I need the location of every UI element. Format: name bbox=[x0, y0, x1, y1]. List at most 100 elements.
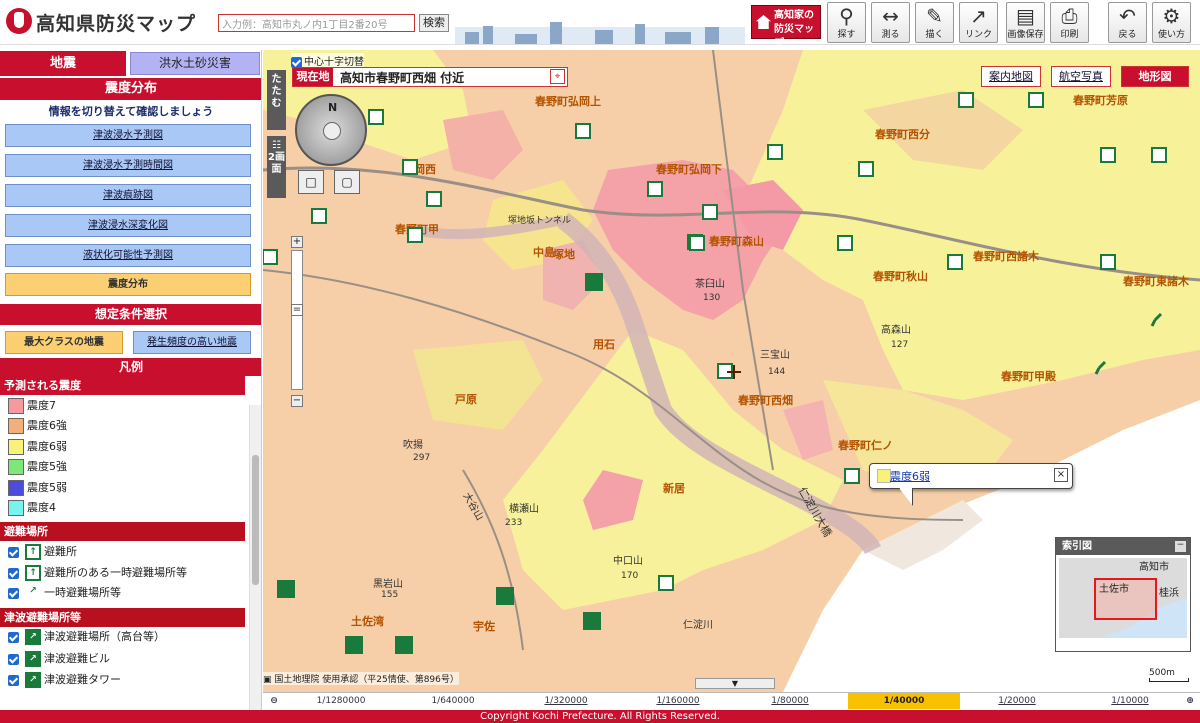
shelter-marker[interactable] bbox=[647, 181, 663, 197]
tool-draw-button[interactable]: ✎ 描く bbox=[915, 2, 954, 43]
legend-temp-shelter[interactable]: ↗ 一時避難場所等 bbox=[8, 584, 121, 602]
tsunami-shelter-marker[interactable] bbox=[345, 636, 363, 654]
index-map[interactable]: 索引図 − 高知市 土佐市 桂浜 bbox=[1055, 537, 1191, 652]
scale-option[interactable]: 1/10000 bbox=[1090, 693, 1170, 709]
shelter-marker[interactable] bbox=[1100, 147, 1116, 163]
shelter-marker[interactable] bbox=[702, 204, 718, 220]
split-screen-tab[interactable]: ☷ 2画面 bbox=[267, 136, 286, 198]
shelter-marker[interactable] bbox=[958, 92, 974, 108]
app-title: 高知県防災マップ bbox=[36, 13, 197, 35]
kochi-bosai-home-button[interactable]: 高知家の防災マップ bbox=[751, 5, 821, 49]
legend-temp-shelter-with-facility[interactable]: ↑ 避難所のある一時避難場所等 bbox=[8, 564, 187, 582]
zoom-out-box-icon[interactable]: ▢ bbox=[334, 170, 360, 194]
tool-link-button[interactable]: ↗ リンク bbox=[959, 2, 998, 43]
shelter-marker[interactable] bbox=[368, 109, 384, 125]
layer-topographic[interactable]: 地形図 bbox=[1121, 66, 1189, 87]
tsunami-shelter-marker[interactable] bbox=[496, 587, 514, 605]
temp-shelter-icon: ↑ bbox=[25, 565, 41, 581]
scale-plus-button[interactable]: ⊕ bbox=[1183, 693, 1197, 709]
layer-guide-map[interactable]: 案内地図 bbox=[981, 66, 1041, 87]
expand-down-tab[interactable]: ▼ bbox=[695, 678, 775, 689]
legend-tsunami-building[interactable]: ↗ 津波避難ビル bbox=[8, 650, 110, 668]
legend-shelter[interactable]: ↑ 避難所 bbox=[8, 543, 77, 561]
legend-scrollbar[interactable] bbox=[249, 405, 261, 710]
draw-icon: ✎ bbox=[926, 4, 943, 28]
legend-tsunami-highground[interactable]: ↗ 津波避難場所（高台等） bbox=[8, 628, 165, 646]
shelter-marker[interactable] bbox=[426, 191, 442, 207]
layer-aerial-photo[interactable]: 航空写真 bbox=[1051, 66, 1111, 87]
shelter-marker[interactable] bbox=[858, 161, 874, 177]
map-button-seismic-intensity[interactable]: 震度分布 bbox=[5, 273, 251, 296]
condition-max-class-button[interactable]: 最大クラスの地震 bbox=[5, 331, 123, 354]
scale-option[interactable]: 1/20000 bbox=[977, 693, 1057, 709]
tool-help-button[interactable]: ⚙ 使い方 bbox=[1152, 2, 1191, 43]
popup-close-button[interactable]: × bbox=[1054, 468, 1068, 482]
popup-intensity-link[interactable]: 震度6弱 bbox=[890, 468, 930, 484]
shelter-marker[interactable] bbox=[407, 227, 423, 243]
checkbox-icon bbox=[8, 587, 19, 599]
search-button[interactable]: 検索 bbox=[419, 14, 449, 32]
tool-print-button[interactable]: ⎙ 印刷 bbox=[1050, 2, 1089, 43]
shelter-marker[interactable] bbox=[658, 575, 674, 591]
shelter-marker[interactable] bbox=[689, 235, 705, 251]
scale-option[interactable]: 1/80000 bbox=[750, 693, 830, 709]
undo-icon: ↶ bbox=[1119, 4, 1136, 28]
crosshair-toggle[interactable]: 中心十字切替 bbox=[291, 53, 364, 68]
tool-back-button[interactable]: ↶ 戻る bbox=[1108, 2, 1147, 43]
collapse-panel-tab[interactable]: たたむ bbox=[267, 70, 286, 130]
zoom-box-icon[interactable]: □ bbox=[298, 170, 324, 194]
checkbox-icon bbox=[8, 674, 19, 686]
tab-flood-landslide[interactable]: 洪水土砂災害 bbox=[130, 52, 260, 75]
shelter-marker[interactable] bbox=[1100, 254, 1116, 270]
shelter-marker[interactable] bbox=[947, 254, 963, 270]
printer-icon: ⎙ bbox=[1061, 4, 1078, 28]
scale-option[interactable]: 1/640000 bbox=[413, 693, 493, 709]
scale-option-selected[interactable]: 1/40000 bbox=[848, 693, 960, 709]
zoom-slider-handle[interactable]: = bbox=[291, 304, 303, 316]
checkbox-icon bbox=[8, 546, 19, 558]
legend-tsunami-tower[interactable]: ↗ 津波避難タワー bbox=[8, 671, 121, 689]
map-button-tsunami-time[interactable]: 津波浸水予測時間図 bbox=[5, 154, 251, 177]
place-label: 中口山 bbox=[613, 554, 643, 567]
shelter-marker[interactable] bbox=[1151, 147, 1167, 163]
scale-option[interactable]: 1/1280000 bbox=[301, 693, 381, 709]
pan-center-icon[interactable] bbox=[323, 122, 341, 140]
elevation-label: 130 bbox=[703, 293, 720, 303]
place-label: 塚地坂トンネル bbox=[508, 214, 571, 226]
shelter-marker[interactable] bbox=[844, 468, 860, 484]
map-button-tsunami-trace[interactable]: 津波痕跡図 bbox=[5, 184, 251, 207]
pan-compass-control[interactable]: N bbox=[295, 94, 367, 166]
tool-save-image-button[interactable]: ▤ 画像保存 bbox=[1006, 2, 1045, 43]
shelter-marker[interactable] bbox=[575, 123, 591, 139]
shelter-marker[interactable] bbox=[1028, 92, 1044, 108]
map-button-tsunami-inundation[interactable]: 津波浸水予測図 bbox=[5, 124, 251, 147]
tsunami-shelter-marker[interactable] bbox=[583, 612, 601, 630]
tsunami-shelter-marker[interactable] bbox=[585, 273, 603, 291]
scale-minus-button[interactable]: ⊖ bbox=[267, 693, 281, 709]
shelter-marker[interactable] bbox=[837, 235, 853, 251]
tsunami-shelter-marker[interactable] bbox=[277, 580, 295, 598]
tsunami-shelter-marker[interactable] bbox=[395, 636, 413, 654]
shelter-marker[interactable] bbox=[767, 144, 783, 160]
map-button-tsunami-depth-change[interactable]: 津波浸水深変化図 bbox=[5, 214, 251, 237]
place-label: 高森山 bbox=[881, 323, 911, 336]
shelter-marker[interactable] bbox=[311, 208, 327, 224]
shelter-marker[interactable] bbox=[263, 249, 278, 265]
place-label: 新居 bbox=[663, 481, 685, 495]
locate-icon[interactable]: ⌖ bbox=[550, 69, 565, 84]
zoom-out-button[interactable]: − bbox=[291, 395, 303, 407]
tool-search-button[interactable]: ⚲ 探す bbox=[827, 2, 866, 43]
scale-option[interactable]: 1/160000 bbox=[638, 693, 718, 709]
scale-option[interactable]: 1/320000 bbox=[526, 693, 606, 709]
condition-frequent-button[interactable]: 発生頻度の高い地震 bbox=[133, 331, 251, 354]
zoom-slider[interactable] bbox=[291, 250, 303, 390]
tool-measure-button[interactable]: ↔ 測る bbox=[871, 2, 910, 43]
map-button-liquefaction[interactable]: 液状化可能性予測図 bbox=[5, 244, 251, 267]
zoom-in-button[interactable]: + bbox=[291, 236, 303, 248]
shelter-marker[interactable] bbox=[402, 159, 418, 175]
tab-earthquake[interactable]: 地震 bbox=[0, 51, 126, 76]
address-search-input[interactable]: 入力例：高知市丸ノ内1丁目2番20号 bbox=[218, 14, 415, 32]
map-view[interactable]: 春野町弘岡上 春野町西分 春野町弘岡下 春野町森山 春野町秋山 春野町西諸木 春… bbox=[263, 50, 1200, 692]
place-label: 春野町甲殿 bbox=[1001, 369, 1057, 383]
index-minimize-button[interactable]: − bbox=[1175, 541, 1186, 552]
